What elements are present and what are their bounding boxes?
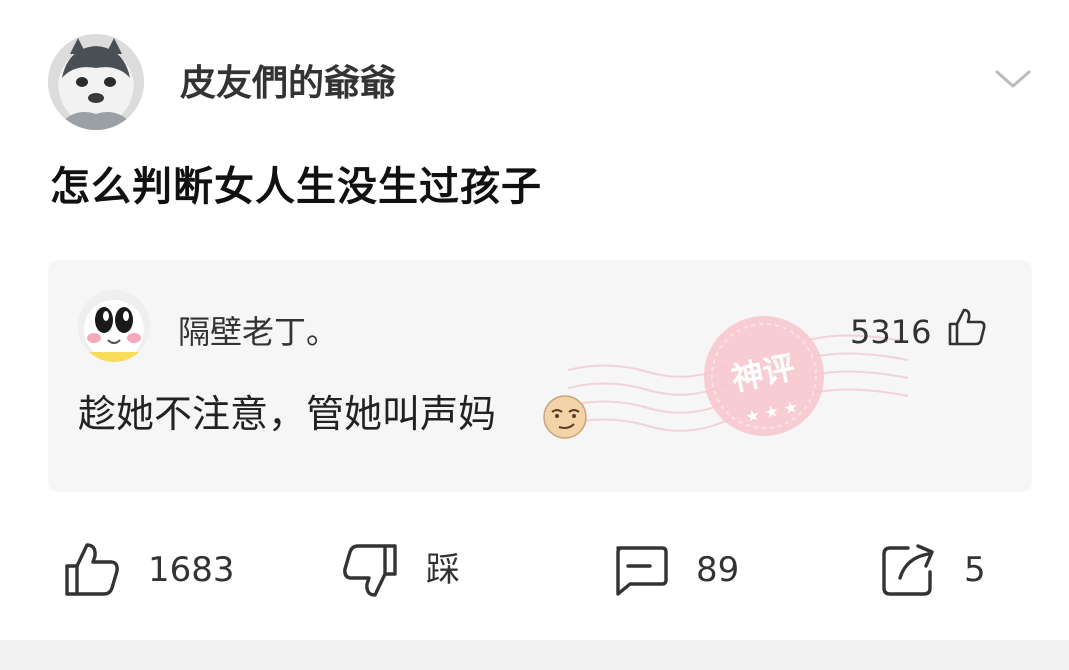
comment-count: 89 [696, 550, 740, 590]
share-count: 5 [964, 550, 986, 590]
author-name[interactable]: 皮友們的爺爺 [180, 60, 396, 108]
thumbs-down-icon [343, 544, 397, 597]
top-comment-card[interactable]: 神评 ★ ★ ★ 隔壁老丁。 5316 趁她不注意，管她叫声妈 [48, 260, 1032, 492]
share-button[interactable]: 5 [878, 538, 986, 602]
dislike-button[interactable]: 踩 [340, 538, 460, 602]
comment-icon [616, 546, 668, 596]
like-button[interactable]: 1683 [62, 538, 235, 602]
thumbs-up-icon [65, 543, 119, 596]
comment-button[interactable]: 89 [610, 538, 739, 602]
chevron-down-icon[interactable] [993, 64, 1033, 94]
like-count: 1683 [148, 550, 235, 590]
dislike-label: 踩 [426, 550, 460, 590]
post-title[interactable]: 怎么判断女人生没生过孩子 [50, 160, 542, 214]
commenter-name[interactable]: 隔壁老丁。 [178, 310, 338, 354]
post-page: 皮友們的爺爺 怎么判断女人生没生过孩子 神评 ★ ★ ★ 隔壁老丁。 5316 … [0, 0, 1069, 670]
share-icon [882, 544, 934, 596]
thumbs-up-icon[interactable] [946, 306, 988, 348]
smirk-face-emoji [542, 394, 588, 440]
author-avatar[interactable] [48, 34, 144, 130]
comment-text: 趁她不注意，管她叫声妈 [78, 392, 497, 436]
comment-like-count: 5316 [850, 313, 932, 351]
bottom-divider [0, 640, 1069, 670]
commenter-avatar[interactable] [78, 290, 150, 362]
